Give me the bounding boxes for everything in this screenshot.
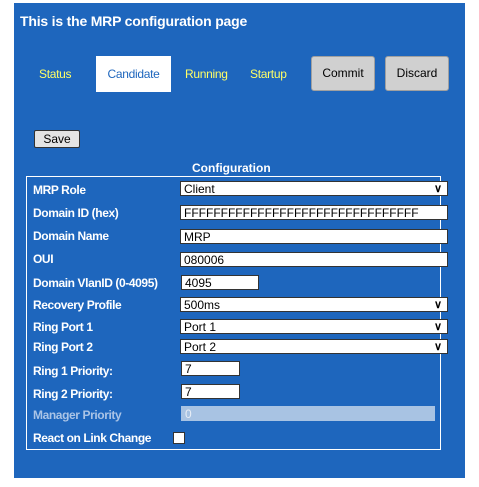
- configuration-title: Configuration: [192, 161, 271, 175]
- ring-port-1-select[interactable]: Port 1 ∨: [180, 319, 448, 334]
- ring-port-2-label: Ring Port 2: [33, 340, 93, 354]
- ring-port-2-value: Port 2: [184, 340, 217, 354]
- mrp-role-label: MRP Role: [33, 183, 86, 197]
- chevron-down-icon: ∨: [433, 341, 442, 353]
- manager-priority-label: Manager Priority: [33, 408, 122, 422]
- recovery-profile-label: Recovery Profile: [33, 298, 122, 312]
- page-title: This is the MRP configuration page: [20, 13, 248, 29]
- recovery-profile-value: 500ms: [184, 298, 221, 312]
- vlan-id-label: Domain VlanID (0-4095): [33, 276, 158, 290]
- react-link-change-checkbox[interactable]: [173, 432, 185, 444]
- ring-1-priority-label: Ring 1 Priority:: [33, 364, 113, 378]
- ring-2-priority-label: Ring 2 Priority:: [33, 387, 113, 401]
- chevron-down-icon: ∨: [433, 183, 442, 195]
- domain-name-input[interactable]: MRP: [180, 229, 448, 244]
- tab-status[interactable]: Status: [39, 67, 72, 81]
- tab-running[interactable]: Running: [185, 67, 228, 81]
- domain-name-label: Domain Name: [33, 229, 109, 243]
- oui-input[interactable]: 080006: [180, 252, 448, 267]
- ring-1-priority-input[interactable]: 7: [181, 361, 240, 376]
- ring-2-priority-input[interactable]: 7: [181, 384, 240, 399]
- tab-startup[interactable]: Startup: [250, 67, 287, 81]
- ring-port-1-label: Ring Port 1: [33, 320, 93, 334]
- mrp-role-select[interactable]: Client ∨: [180, 181, 448, 196]
- ring-port-1-value: Port 1: [184, 320, 217, 334]
- ring-port-2-select[interactable]: Port 2 ∨: [180, 339, 448, 354]
- chevron-down-icon: ∨: [433, 321, 442, 333]
- save-button[interactable]: Save: [34, 130, 80, 148]
- chevron-down-icon: ∨: [433, 299, 442, 311]
- manager-priority-input: 0: [181, 406, 435, 421]
- domain-id-input[interactable]: FFFFFFFFFFFFFFFFFFFFFFFFFFFFFFFF: [180, 205, 448, 220]
- tab-candidate[interactable]: Candidate: [96, 56, 171, 92]
- oui-label: OUI: [33, 252, 54, 266]
- react-link-change-label: React on Link Change: [33, 431, 152, 445]
- commit-button[interactable]: Commit: [311, 56, 375, 91]
- discard-button[interactable]: Discard: [385, 56, 449, 91]
- domain-id-label: Domain ID (hex): [33, 206, 119, 220]
- recovery-profile-select[interactable]: 500ms ∨: [180, 297, 448, 312]
- vlan-id-input[interactable]: 4095: [181, 275, 259, 290]
- mrp-role-value: Client: [184, 182, 215, 196]
